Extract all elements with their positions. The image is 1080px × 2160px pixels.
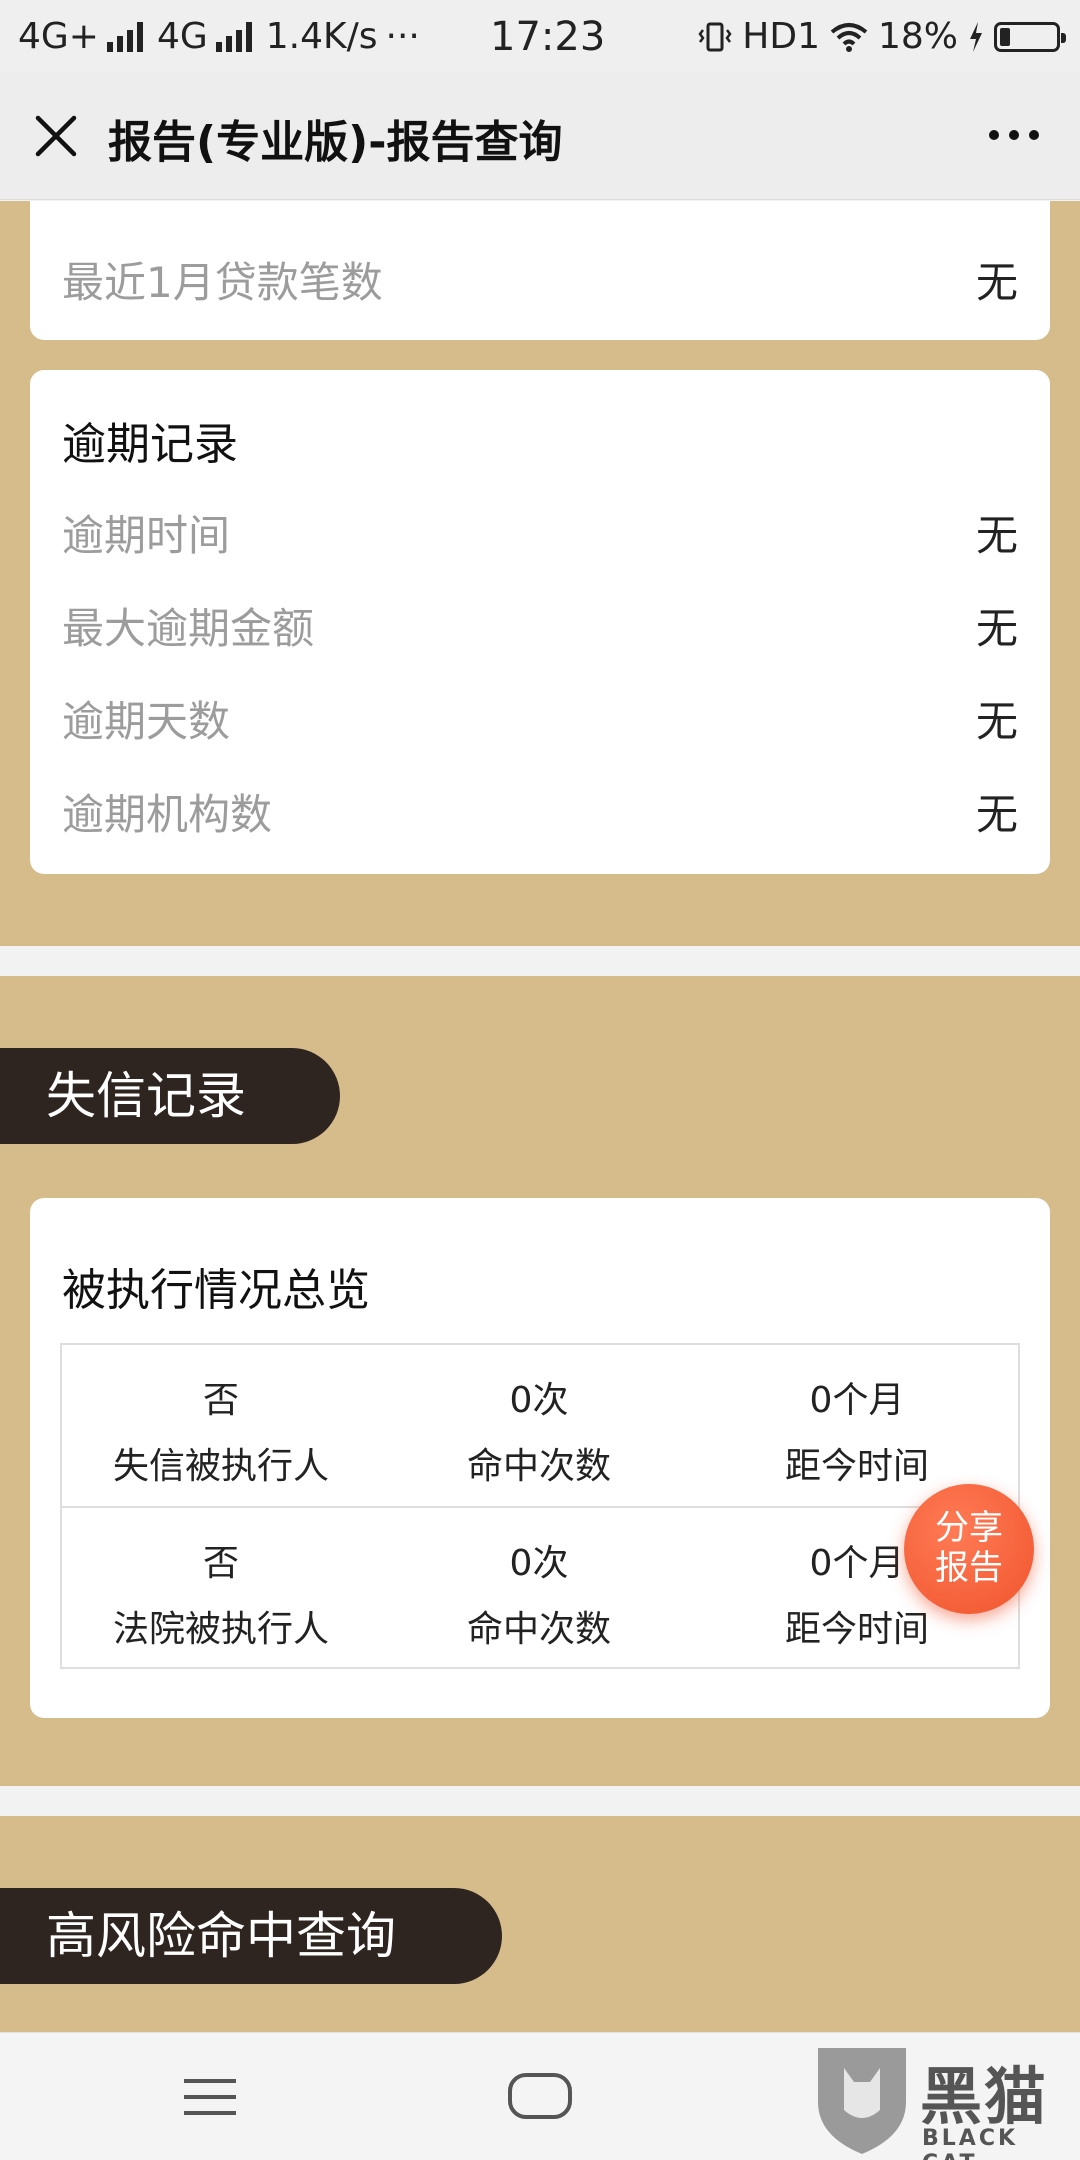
status-left: 4G+ 4G 1.4K/s ···	[18, 16, 420, 57]
table-cell: 0次 命中次数	[380, 1508, 698, 1669]
home-button[interactable]	[508, 2073, 572, 2119]
wifi-icon	[830, 22, 868, 52]
watermark-subtext: BLACK CAT	[922, 2126, 1019, 2160]
cat-shield-icon	[818, 2048, 906, 2154]
list-item: 逾期时间 无	[62, 502, 1018, 562]
row-value: 无	[975, 604, 1018, 653]
row-label: 逾期时间	[62, 511, 231, 560]
overdue-card: 逾期记录 逾期时间 无 最大逾期金额 无 逾期天数 无 逾期机构数 无	[30, 370, 1050, 874]
network-type-1: 4G+	[18, 16, 99, 57]
screen: 4G+ 4G 1.4K/s ··· 17:23 HD1 18% 报告(专业版)-…	[0, 0, 1080, 2160]
table-cell: 0个月 距今时间	[698, 1345, 1016, 1506]
clock: 17:23	[490, 14, 606, 60]
row-label: 最近1月贷款笔数	[62, 258, 383, 307]
signal-icon	[106, 21, 143, 52]
loan-card: 最近1月贷款笔数 无	[30, 201, 1050, 340]
share-report-button[interactable]: 分享 报告	[904, 1484, 1034, 1614]
card-title: 被执行情况总览	[62, 1265, 370, 1316]
share-button-line2: 报告	[935, 1548, 1003, 1588]
vibrate-icon	[698, 22, 732, 51]
battery-percent: 18%	[877, 16, 958, 57]
cell-value: 0次	[509, 1543, 569, 1584]
table-row: 否 法院被执行人 0次 命中次数 0个月 距今时间	[62, 1506, 1018, 1667]
close-icon[interactable]	[28, 108, 84, 164]
cell-value: 0次	[509, 1380, 569, 1421]
status-right: HD1 18%	[698, 16, 1066, 57]
cell-value: 否	[202, 1543, 239, 1584]
cell-label: 失信被执行人	[112, 1446, 329, 1487]
report-section-high-risk: 高风险命中查询	[0, 1816, 1080, 2032]
menu-icon[interactable]	[182, 2077, 238, 2117]
cell-label: 命中次数	[466, 1446, 611, 1487]
report-section-loans: 最近1月贷款笔数 无 逾期记录 逾期时间 无 最大逾期金额 无 逾期天数 无 逾…	[0, 201, 1080, 946]
execution-overview-card: 被执行情况总览 否 失信被执行人 0次 命中次数 0个月 距今时间 否 法院被执…	[30, 1198, 1050, 1718]
watermark: 黑猫 BLACK CAT	[810, 2040, 1080, 2160]
row-value: 无	[975, 258, 1018, 307]
row-label: 逾期机构数	[62, 790, 273, 839]
table-cell: 0次 命中次数	[380, 1345, 698, 1506]
more-notifications: ···	[385, 16, 420, 57]
list-item: 最大逾期金额 无	[62, 595, 1018, 655]
more-options-icon[interactable]	[984, 120, 1044, 150]
section-pill-high-risk: 高风险命中查询	[0, 1888, 502, 1984]
network-type-2: 4G	[156, 16, 208, 57]
share-button-line1: 分享	[935, 1508, 1003, 1548]
watermark-text: 黑猫	[920, 2060, 1049, 2133]
cell-label: 距今时间	[784, 1446, 929, 1487]
cell-value: 否	[202, 1380, 239, 1421]
network-speed: 1.4K/s	[265, 16, 378, 57]
cell-label: 命中次数	[466, 1609, 611, 1650]
charging-icon	[970, 21, 982, 52]
table-row: 否 失信被执行人 0次 命中次数 0个月 距今时间	[62, 1345, 1018, 1506]
title-bar: 报告(专业版)-报告查询	[0, 72, 1080, 200]
list-item: 逾期机构数 无	[62, 781, 1018, 841]
cell-label: 法院被执行人	[112, 1609, 329, 1650]
list-item: 最近1月贷款笔数 无	[62, 249, 1018, 309]
row-value: 无	[975, 511, 1018, 560]
report-section-dishonest: 失信记录 被执行情况总览 否 失信被执行人 0次 命中次数 0个月 距今时间 否…	[0, 976, 1080, 1786]
table-cell: 否 失信被执行人	[62, 1345, 380, 1506]
row-value: 无	[975, 697, 1018, 746]
page-title: 报告(专业版)-报告查询	[108, 117, 563, 168]
row-value: 无	[975, 790, 1018, 839]
execution-table: 否 失信被执行人 0次 命中次数 0个月 距今时间 否 法院被执行人 0次 命中…	[60, 1343, 1020, 1669]
battery-icon	[994, 21, 1066, 52]
row-label: 最大逾期金额	[62, 604, 315, 653]
row-label: 逾期天数	[62, 697, 231, 746]
card-title: 逾期记录	[62, 419, 238, 470]
table-cell: 否 法院被执行人	[62, 1508, 380, 1669]
status-bar: 4G+ 4G 1.4K/s ··· 17:23 HD1 18%	[0, 0, 1080, 72]
cell-value: 0个月	[809, 1380, 905, 1421]
section-pill-dishonest: 失信记录	[0, 1048, 340, 1144]
signal-icon-2	[215, 21, 252, 52]
list-item: 逾期天数 无	[62, 688, 1018, 748]
hd-indicator: HD1	[742, 16, 820, 57]
